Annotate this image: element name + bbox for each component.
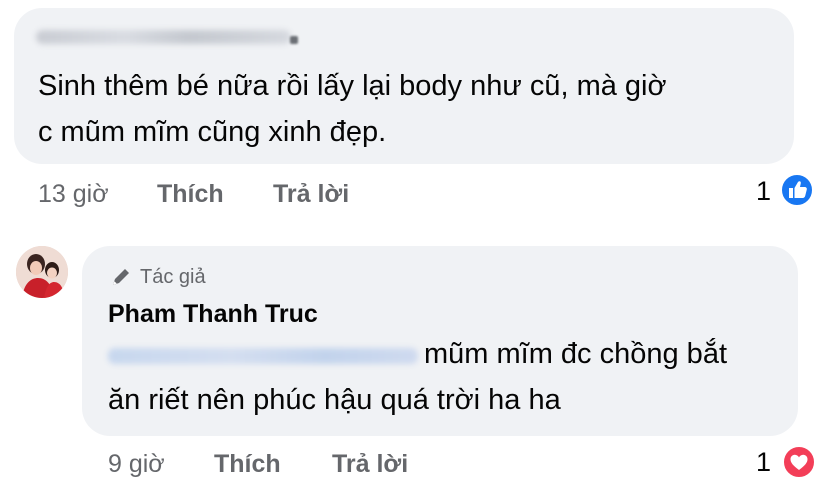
like-icon[interactable] <box>780 173 814 207</box>
reply-button[interactable]: Trả lời <box>273 182 349 207</box>
pen-icon <box>113 269 129 285</box>
reply-timestamp[interactable]: 9 giờ <box>108 452 165 477</box>
like-button[interactable]: Thích <box>214 452 281 477</box>
author-name[interactable]: Pham Thanh Truc <box>108 302 318 327</box>
comment-text-line: c mũm mĩm cũng xinh đẹp. <box>38 116 387 148</box>
comment-timestamp[interactable]: 13 giờ <box>38 182 109 207</box>
blurred-name-fragment <box>290 36 298 44</box>
comment-text-line: Sinh thêm bé nữa rồi lấy lại body như cũ… <box>38 70 667 102</box>
like-button[interactable]: Thích <box>157 182 224 207</box>
reply-text-line: mũm mĩm đc chồng bắt <box>424 338 727 370</box>
reply-button[interactable]: Trả lời <box>332 452 408 477</box>
reaction-count[interactable]: 1 <box>756 178 771 205</box>
avatar[interactable] <box>16 246 68 298</box>
avatar-image <box>16 246 68 298</box>
reaction-count[interactable]: 1 <box>756 449 771 476</box>
author-badge: Tác giả <box>110 266 206 288</box>
blurred-commenter-name[interactable] <box>36 30 291 44</box>
blurred-mention-tag[interactable] <box>108 348 418 364</box>
author-badge-label: Tác giả <box>140 266 206 288</box>
love-icon[interactable] <box>782 445 816 479</box>
reply-text-line: ăn riết nên phúc hậu quá trời ha ha <box>108 384 561 416</box>
